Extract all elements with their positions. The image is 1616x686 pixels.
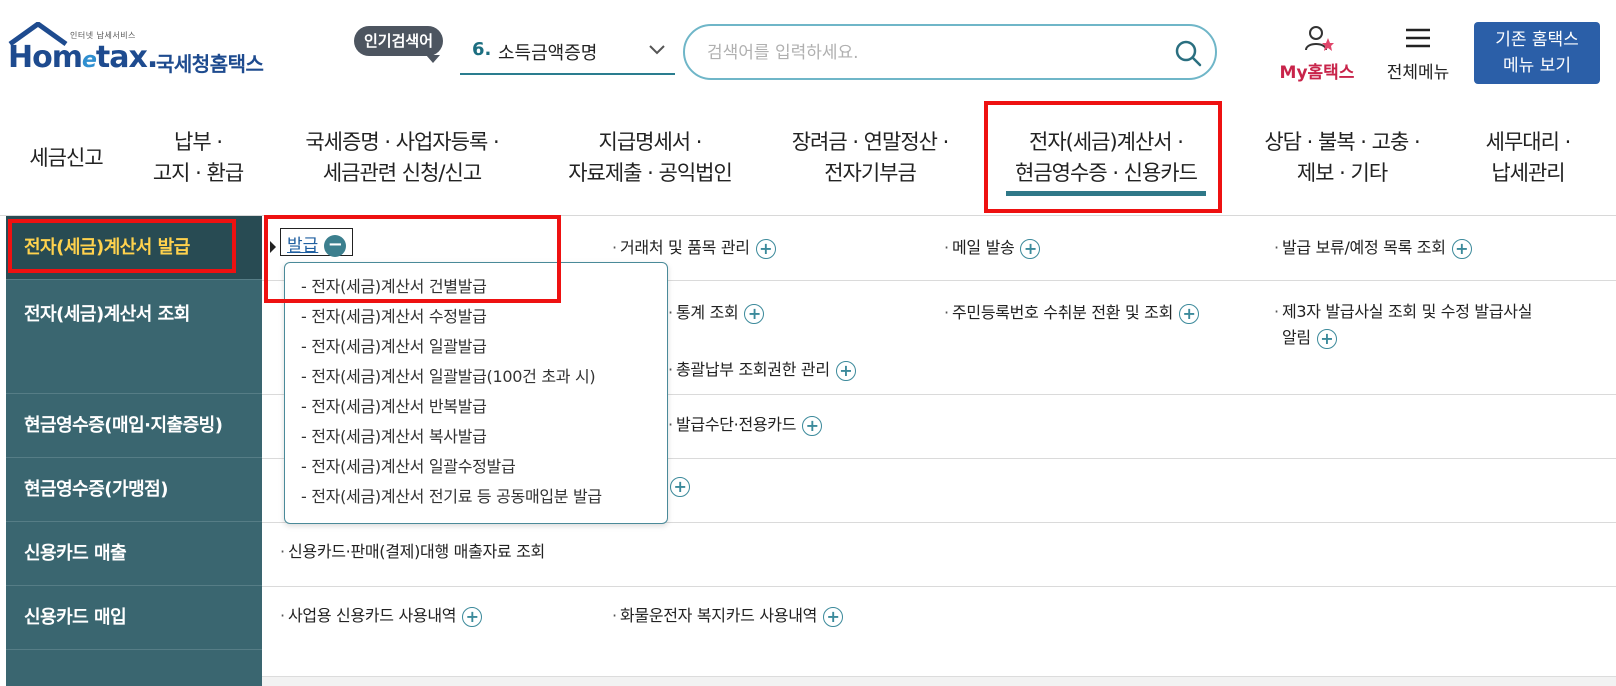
gnb-tax-report[interactable]: 세금신고 bbox=[10, 100, 122, 216]
user-icon bbox=[1305, 26, 1334, 51]
classic-menu-button[interactable]: 기존 홈택스 메뉴 보기 bbox=[1474, 22, 1600, 84]
search-input[interactable] bbox=[707, 38, 1147, 68]
issue-submenu: - 전자(세금)계산서 건별발급 - 전자(세금)계산서 수정발급 - 전자(세… bbox=[284, 262, 668, 524]
submenu-item[interactable]: - 전자(세금)계산서 반복발급 bbox=[301, 393, 487, 417]
issue-label: 발급 bbox=[287, 236, 319, 256]
hometax-logo[interactable]: 인터넷 납세서비스 Hometax. 국세청홈택스 bbox=[8, 22, 278, 82]
gnb-active-underline bbox=[1006, 191, 1206, 196]
gnb-e-invoice[interactable]: 전자(세금)계산서 · 현금영수증 · 신용카드 bbox=[990, 100, 1222, 216]
hamburger-icon bbox=[1406, 28, 1430, 48]
expand-icon[interactable]: + bbox=[462, 606, 483, 627]
link-resident-number-convert[interactable]: · 주민등록번호 수취분 전환 및 조회 + bbox=[944, 299, 1200, 324]
gnb-consult[interactable]: 상담 · 불복 · 고충 · 제보 · 기타 bbox=[1244, 100, 1440, 216]
gnb-incentive[interactable]: 장려금 · 연말정산 · 전자기부금 bbox=[772, 100, 968, 216]
gnb-certificate[interactable]: 국세증명 · 사업자등록 · 세금관련 신청/신고 bbox=[282, 100, 522, 216]
link-consolidated-payment[interactable]: · 총괄납부 조회권한 관리 + bbox=[668, 356, 856, 381]
row-divider bbox=[262, 586, 1616, 587]
logo-text-en: Hometax. bbox=[8, 40, 158, 75]
submenu-item[interactable]: - 전자(세금)계산서 수정발급 bbox=[301, 303, 487, 327]
expand-icon[interactable]: + bbox=[1020, 238, 1041, 259]
side-menu: 전자(세금)계산서 발급 전자(세금)계산서 조회 현금영수증(매입·지출증빙)… bbox=[6, 216, 262, 686]
logo-text-ko: 국세청홈택스 bbox=[156, 52, 264, 76]
submenu-item[interactable]: - 전자(세금)계산서 복사발급 bbox=[301, 423, 487, 447]
gnb-tax-agent[interactable]: 세무대리 · 납세관리 bbox=[1462, 100, 1594, 216]
active-arrow-icon bbox=[270, 241, 276, 253]
expand-icon[interactable]: + bbox=[802, 415, 823, 436]
side-item-credit-card-sales[interactable]: 신용카드 매출 bbox=[6, 522, 262, 586]
link-statistics[interactable]: · 통계 조회 + bbox=[668, 299, 765, 324]
header: 인터넷 납세서비스 Hometax. 국세청홈택스 인기검색어 6. 소득금액증… bbox=[0, 0, 1616, 100]
expand-icon[interactable]: + bbox=[744, 303, 765, 324]
expand-icon[interactable]: + bbox=[835, 360, 856, 381]
popular-term: 소득금액증명 bbox=[498, 43, 598, 64]
bottom-strip bbox=[262, 676, 1616, 686]
submenu-item[interactable]: - 전자(세금)계산서 건별발급 bbox=[301, 273, 487, 297]
submenu-item[interactable]: - 전자(세금)계산서 전기료 등 공동매입분 발급 bbox=[301, 483, 602, 507]
link-third-party-inquiry[interactable]: · 제3자 발급사실 조회 및 수정 발급사실 bbox=[1274, 298, 1532, 322]
issue-link[interactable]: 발급 − bbox=[280, 228, 354, 257]
expand-icon[interactable]: + bbox=[1316, 328, 1337, 349]
side-item-e-invoice-issue[interactable]: 전자(세금)계산서 발급 bbox=[6, 216, 262, 280]
side-item-credit-card-purchase[interactable]: 신용카드 매입 bbox=[6, 586, 262, 650]
submenu-item[interactable]: - 전자(세금)계산서 일괄발급 bbox=[301, 333, 487, 357]
expand-icon[interactable]: + bbox=[670, 476, 690, 497]
link-business-card-usage[interactable]: · 사업용 신용카드 사용내역 + bbox=[280, 602, 483, 627]
submenu-item[interactable]: - 전자(세금)계산서 일괄발급(100건 초과 시) bbox=[301, 363, 596, 387]
expand-icon[interactable]: + bbox=[1451, 238, 1472, 259]
side-item-cash-receipt-purchase[interactable]: 현금영수증(매입·지출증빙) bbox=[6, 394, 262, 458]
expand-icon[interactable]: + bbox=[823, 606, 844, 627]
my-hometax-label: My홈택스 bbox=[1279, 63, 1355, 83]
link-notification[interactable]: 알림 + bbox=[1282, 324, 1337, 349]
link-issue-means[interactable]: · 발급수단·전용카드 + bbox=[668, 411, 823, 436]
full-menu-label: 전체메뉴 bbox=[1386, 63, 1450, 83]
classic-menu-label-2: 메뉴 보기 bbox=[1503, 56, 1571, 76]
link-cargo-welfare-card[interactable]: · 화물운전자 복지카드 사용내역 + bbox=[612, 602, 844, 627]
link-mail-send[interactable]: · 메일 발송 + bbox=[944, 234, 1041, 259]
popular-rank: 6. bbox=[472, 39, 492, 60]
collapse-icon[interactable]: − bbox=[324, 235, 347, 257]
my-hometax-button[interactable]: My홈택스 bbox=[1274, 24, 1360, 84]
gnb-payment-statement[interactable]: 지급명세서 · 자료제출 · 공익법인 bbox=[550, 100, 750, 216]
expand-icon[interactable]: + bbox=[1179, 303, 1200, 324]
chevron-down-icon[interactable] bbox=[648, 43, 666, 57]
search-box bbox=[683, 24, 1217, 80]
link-pending-list[interactable]: · 발급 보류/예정 목록 조회 + bbox=[1274, 234, 1472, 259]
classic-menu-label-1: 기존 홈택스 bbox=[1495, 30, 1579, 50]
submenu-item[interactable]: - 전자(세금)계산서 일괄수정발급 bbox=[301, 453, 516, 477]
global-nav: 세금신고 납부 · 고지 · 환급 국세증명 · 사업자등록 · 세금관련 신청… bbox=[0, 100, 1616, 216]
link-card-sales-agent[interactable]: · 신용카드·판매(결제)대행 매출자료 조회 bbox=[280, 538, 545, 562]
gnb-payment[interactable]: 납부 · 고지 · 환급 bbox=[130, 100, 266, 216]
full-menu-button[interactable]: 전체메뉴 bbox=[1378, 24, 1458, 84]
search-icon[interactable] bbox=[1173, 38, 1203, 68]
popular-search-badge: 인기검색어 bbox=[354, 26, 444, 63]
expand-icon[interactable]: + bbox=[755, 238, 776, 259]
popular-search-select[interactable]: 6. 소득금액증명 bbox=[460, 35, 675, 75]
side-item-cash-receipt-merchant[interactable]: 현금영수증(가맹점) bbox=[6, 458, 262, 522]
side-item-e-invoice-inquiry[interactable]: 전자(세금)계산서 조회 bbox=[6, 280, 262, 394]
link-partner-item-mgmt[interactable]: · 거래처 및 품목 관리 + bbox=[612, 234, 776, 259]
